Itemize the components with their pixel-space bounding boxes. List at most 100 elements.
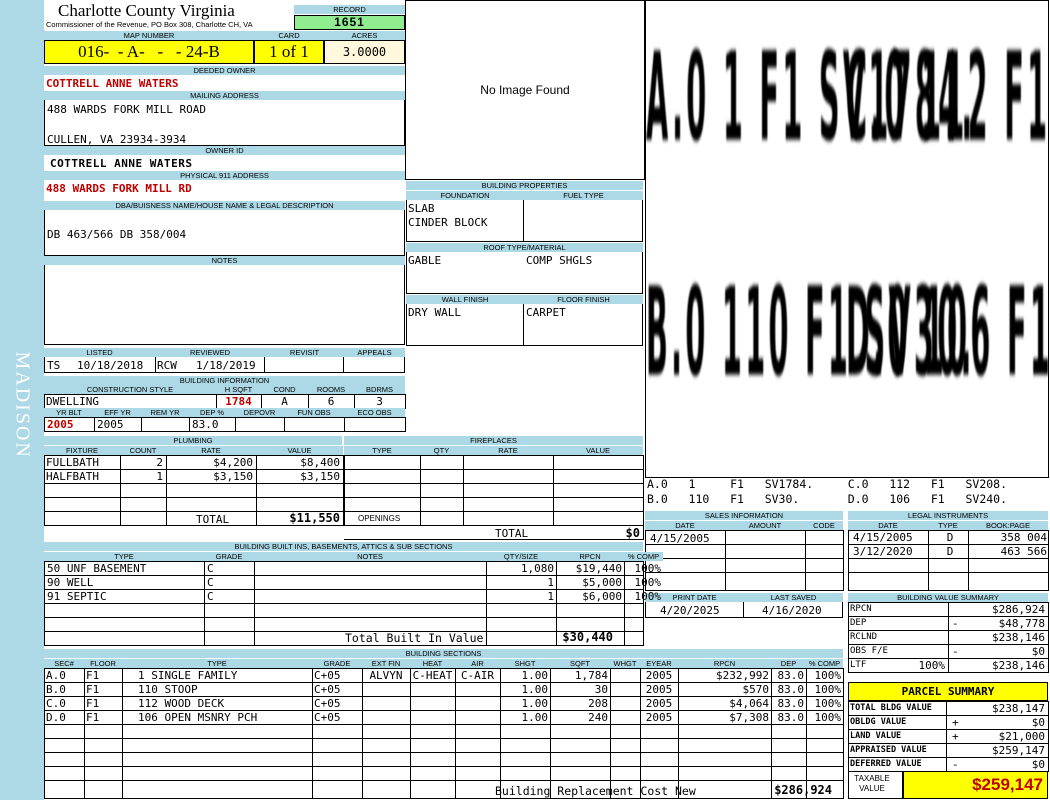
column-header: DEP % [189, 408, 235, 417]
section-cell: C+05 [314, 683, 341, 696]
grid-line [420, 455, 421, 525]
built-in-cell: 90 WELL [47, 576, 94, 589]
record-label: RECORD [294, 5, 405, 14]
grid-line [946, 701, 947, 771]
grid-line [405, 394, 406, 408]
column-header: VALUE [256, 446, 343, 455]
grid-line [455, 668, 456, 798]
grid-line [806, 668, 807, 798]
building-info-value: DWELLING [46, 395, 99, 408]
grid-line [44, 645, 644, 646]
section-cell: 112 WOOD DECK [138, 697, 225, 710]
section-cell: 1,784 [574, 669, 608, 682]
section-cell: C.0 [46, 697, 66, 710]
column-header: RPCN [556, 552, 624, 561]
grid-line [312, 668, 313, 798]
column-header: FIXTURE [44, 446, 120, 455]
column-header: RATE [463, 446, 553, 455]
built-in-cell: 1 [547, 590, 554, 603]
section-cell: $232,992 [716, 669, 769, 682]
grid-line [120, 455, 121, 525]
plumbing-cell: $3,150 [300, 470, 340, 483]
legal-cell: D [946, 531, 954, 544]
plumbing-cell: 2 [156, 456, 163, 469]
grid-line [725, 530, 726, 590]
parcel-key: DEFERRED VALUE [850, 759, 922, 769]
grid-line [261, 394, 262, 408]
side-label: MADISON [11, 351, 34, 459]
legal-cell: 358 004 [1000, 531, 1047, 544]
grid-line [284, 417, 285, 431]
column-header: EFF YR [94, 408, 141, 417]
value-summary-value: $0 [1031, 645, 1045, 658]
grid-line [189, 417, 190, 431]
grid-line [216, 394, 217, 408]
plumbing-cell: $3,150 [213, 470, 253, 483]
grid-line [771, 668, 772, 798]
section-cell: ALVYN [369, 669, 403, 682]
parcel-key: APPRAISED VALUE [850, 745, 927, 755]
built-in-cell: 1 [547, 576, 554, 589]
grid-line [44, 668, 45, 798]
column-header: TYPE [928, 521, 968, 530]
value-summary-key: LTF [850, 660, 867, 670]
physical-label: PHYSICAL 911 ADDRESS [44, 171, 405, 180]
grid-line [354, 394, 355, 408]
section-cell: 100% [814, 697, 842, 710]
column-header: TYPE [44, 552, 204, 561]
grid-line [848, 558, 1048, 559]
column-header: TYPE [122, 659, 312, 668]
grid-line [645, 572, 843, 573]
grid-line [122, 668, 123, 798]
section-cell: F1 [86, 697, 100, 710]
dba-label: DBA/BUISNESS NAME/HOUSE NAME & LEGAL DES… [44, 201, 405, 210]
foundation-1: SLAB [408, 202, 435, 215]
column-header: H SQFT [216, 385, 261, 394]
section-cell: F1 [86, 683, 100, 696]
physical-value: 488 WARDS FORK MILL RD [46, 182, 192, 195]
section-cell: F1 [86, 711, 100, 724]
column-header: DATE [645, 521, 725, 530]
foundation-label: FOUNDATION [406, 191, 524, 200]
column-header: GRADE [312, 659, 362, 668]
grid-line [550, 668, 551, 798]
grid-line [308, 394, 309, 408]
print-date-value: 4/20/2025 [660, 604, 720, 617]
grid-line [843, 530, 844, 590]
section-cell: 83.0 [777, 669, 805, 682]
built-in-total: $30,440 [562, 631, 613, 644]
value-summary-value: $238,146 [992, 631, 1045, 644]
plumbing-cell: FULLBATH [46, 456, 99, 469]
column-header: REM YR [141, 408, 189, 417]
column-header: HEAT [410, 659, 455, 668]
plumbing-cell: $8,400 [300, 456, 340, 469]
built-in-cell: C [207, 590, 214, 603]
dba-value: DB 463/566 DB 358/004 [47, 228, 187, 241]
sections-total: $286,924 [774, 784, 832, 797]
column-header: AMOUNT [725, 521, 805, 530]
grid-line [645, 558, 843, 559]
column-header: DATE [848, 521, 928, 530]
sketch-label-d: D.0 106 F1 SV240. [846, 261, 1049, 404]
grid-line [610, 668, 611, 798]
last-saved-label: LAST SAVED [744, 593, 843, 602]
section-cell: C-AIR [460, 669, 495, 682]
built-in-cell: 100% [634, 576, 662, 589]
building-info-label: BUILDING INFORMATION [44, 376, 405, 385]
section-cell: 30 [594, 683, 608, 696]
sales-cell: 4/15/2005 [650, 532, 710, 545]
listed-date: 10/18/2018 [77, 359, 144, 372]
county-subtitle: Commissioner of the Revenue, PO Box 308,… [46, 20, 253, 29]
grid-line [94, 417, 95, 431]
grid-line [44, 431, 406, 432]
roof-label: ROOF TYPE/MATERIAL [406, 243, 643, 252]
grid-line [645, 590, 844, 591]
building-info-value: 2005 [97, 418, 124, 431]
grid-line [141, 417, 142, 431]
grid-line [344, 511, 643, 512]
grid-line [344, 483, 643, 484]
reviewed-date: 1/18/2019 [196, 359, 256, 372]
value-summary-label: BUILDING VALUE SUMMARY [848, 593, 1048, 602]
grid-line [44, 483, 343, 484]
listed-label: LISTED [44, 348, 155, 357]
